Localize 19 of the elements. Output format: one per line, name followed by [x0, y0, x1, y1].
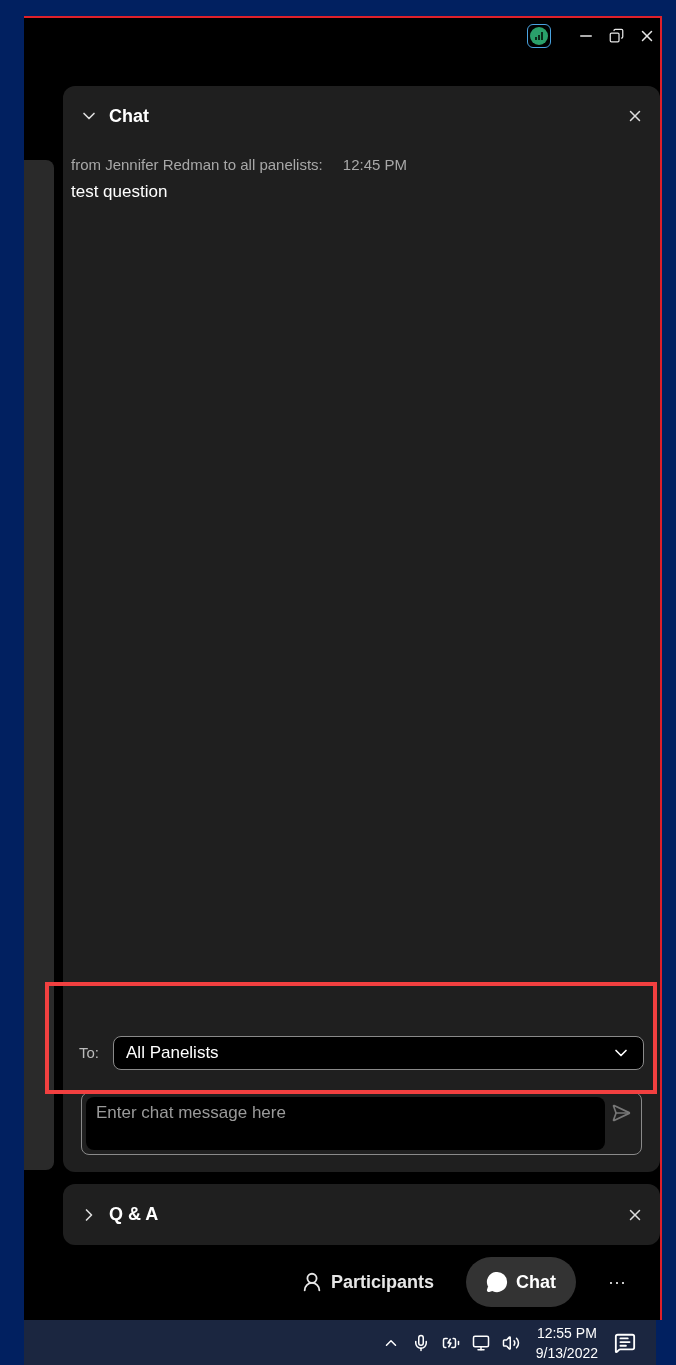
- chat-header[interactable]: Chat: [79, 102, 149, 130]
- restore-icon[interactable]: [609, 28, 624, 43]
- to-label: To:: [79, 1042, 99, 1063]
- speech-bubble-icon: [486, 1271, 508, 1293]
- message-time: 12:45 PM: [342, 155, 407, 175]
- message-text: test question: [71, 180, 169, 203]
- recipient-dropdown[interactable]: All Panelists: [113, 1036, 644, 1070]
- clock-time[interactable]: 12:55 PM: [536, 1322, 597, 1343]
- signal-icon[interactable]: [527, 24, 551, 48]
- notification-icon[interactable]: [614, 1331, 636, 1354]
- network-icon[interactable]: [471, 1333, 490, 1352]
- qa-header[interactable]: Q & A: [79, 1201, 159, 1228]
- clock-date[interactable]: 9/13/2022: [535, 1342, 598, 1363]
- toolbar-button[interactable]: Chat: [466, 1257, 576, 1307]
- send-icon[interactable]: [611, 1103, 631, 1123]
- message-sender: from Jennifer Redman to all panelists:: [71, 155, 323, 175]
- speaker-icon[interactable]: [501, 1333, 520, 1352]
- more-button[interactable]: ···: [588, 1257, 646, 1307]
- toolbar-button[interactable]: Participants: [280, 1257, 454, 1307]
